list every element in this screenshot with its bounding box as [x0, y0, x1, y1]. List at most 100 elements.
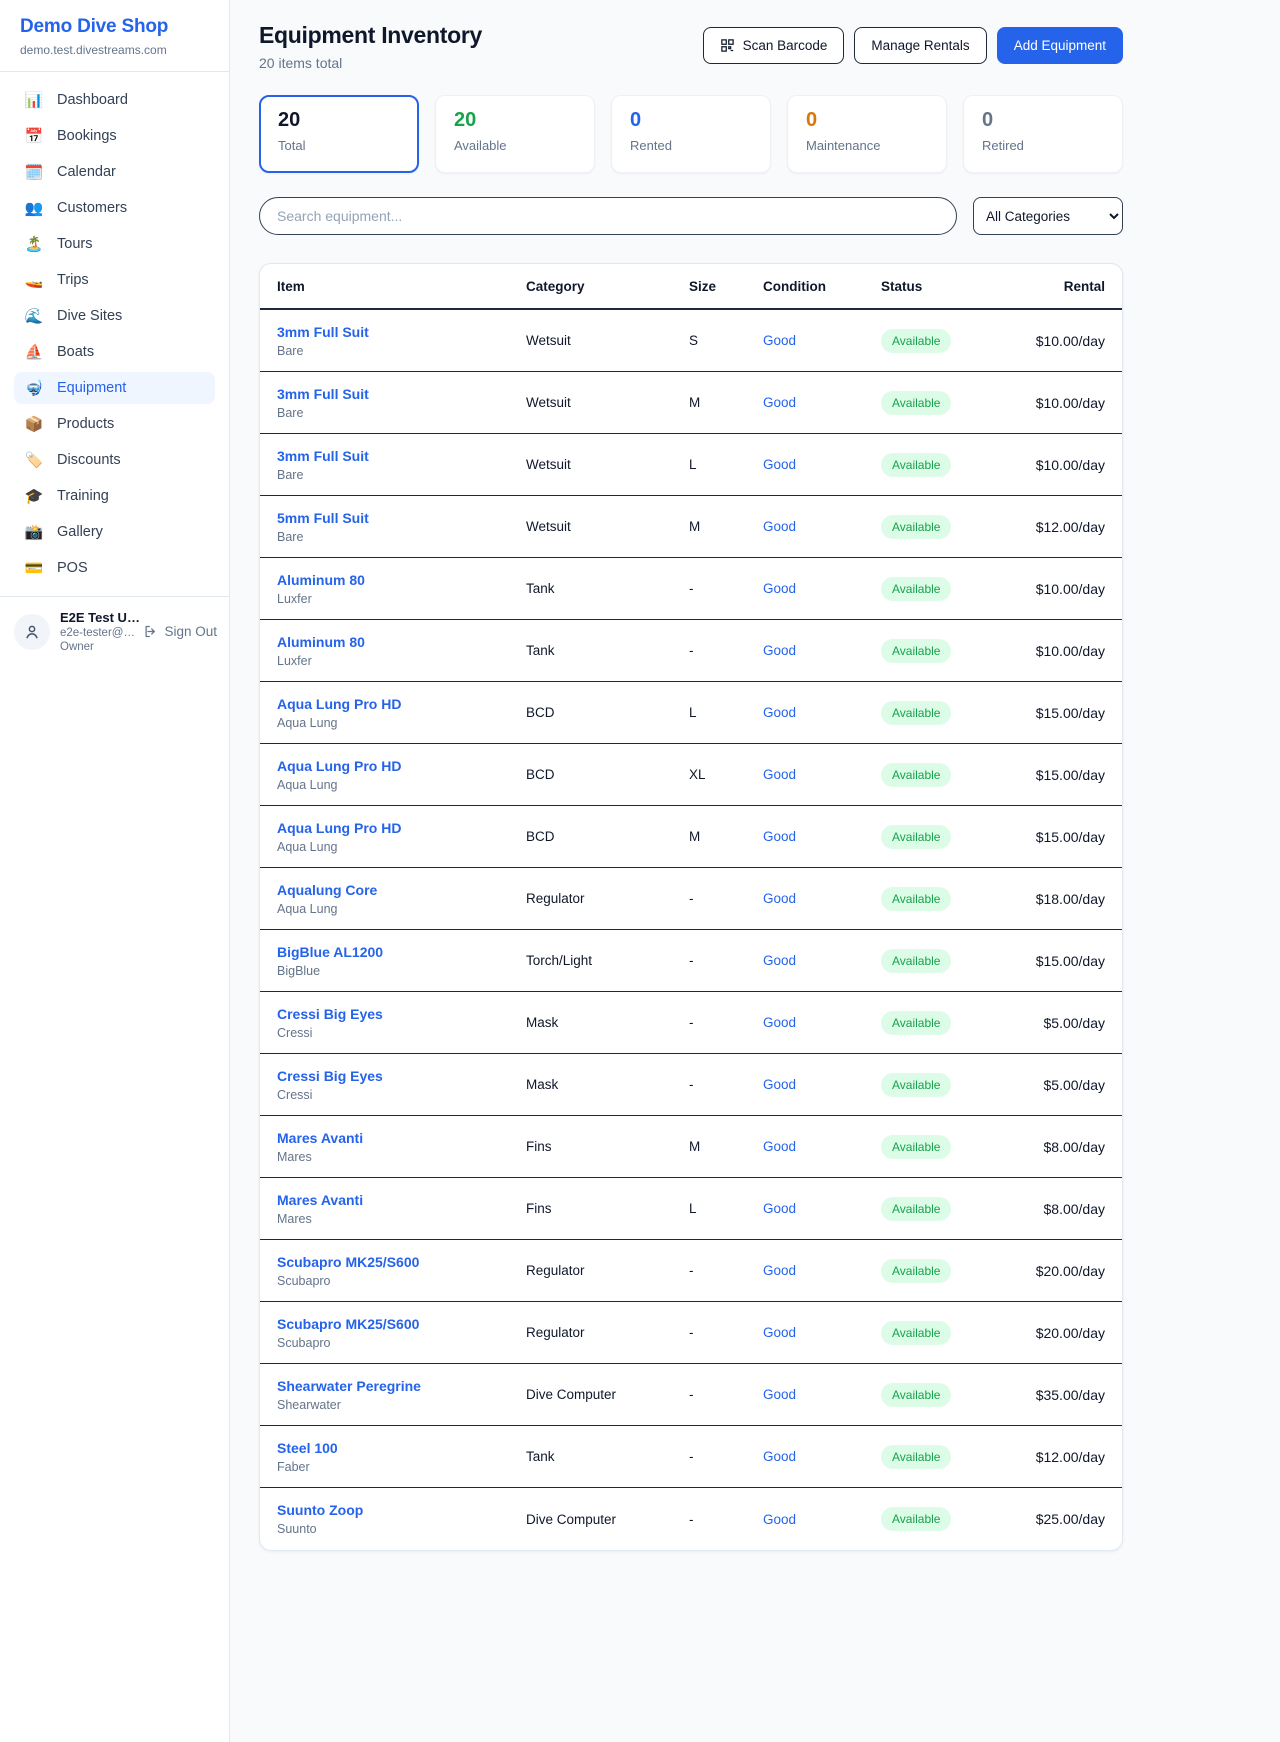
sidebar-item-equipment[interactable]: 🤿 Equipment — [14, 372, 215, 404]
status-cell: Available — [881, 1011, 1031, 1035]
stat-card-rented[interactable]: 0 Rented — [611, 95, 771, 173]
condition-link[interactable]: Good — [763, 457, 881, 472]
item-name-link[interactable]: Mares Avanti — [277, 1192, 526, 1208]
sidebar-item-calendar[interactable]: 🗓️ Calendar — [14, 156, 215, 188]
item-name-link[interactable]: Cressi Big Eyes — [277, 1068, 526, 1084]
condition-link[interactable]: Good — [763, 1449, 881, 1464]
status-cell: Available — [881, 515, 1031, 539]
condition-link[interactable]: Good — [763, 891, 881, 906]
status-badge: Available — [881, 825, 951, 849]
filter-row: All Categories — [259, 197, 1123, 235]
size-cell: - — [689, 581, 763, 596]
equipment-icon: 🤿 — [24, 381, 44, 396]
item-name-link[interactable]: Aqualung Core — [277, 882, 526, 898]
sidebar-item-dive-sites[interactable]: 🌊 Dive Sites — [14, 300, 215, 332]
item-name-link[interactable]: Aqua Lung Pro HD — [277, 820, 526, 836]
sidebar-item-bookings[interactable]: 📅 Bookings — [14, 120, 215, 152]
brand-block: Demo Dive Shop demo.test.divestreams.com — [0, 0, 229, 71]
stat-label: Maintenance — [806, 138, 928, 153]
sign-out-button[interactable]: Sign Out — [143, 624, 217, 639]
discounts-icon: 🏷️ — [24, 453, 44, 468]
item-name-link[interactable]: Shearwater Peregrine — [277, 1378, 526, 1394]
stat-value: 20 — [454, 109, 576, 131]
condition-link[interactable]: Good — [763, 1387, 881, 1402]
gallery-icon: 📸 — [24, 525, 44, 540]
item-name-link[interactable]: Scubapro MK25/S600 — [277, 1254, 526, 1270]
item-brand: Suunto — [277, 1522, 526, 1536]
condition-link[interactable]: Good — [763, 1201, 881, 1216]
table-row: 3mm Full Suit Bare Wetsuit M Good Availa… — [260, 372, 1122, 434]
category-cell: Wetsuit — [526, 395, 689, 410]
condition-link[interactable]: Good — [763, 519, 881, 534]
manage-rentals-button[interactable]: Manage Rentals — [854, 27, 986, 64]
condition-link[interactable]: Good — [763, 829, 881, 844]
item-name-link[interactable]: 3mm Full Suit — [277, 324, 526, 340]
calendar-icon: 🗓️ — [24, 165, 44, 180]
stat-card-total[interactable]: 20 Total — [259, 95, 419, 173]
category-cell: Tank — [526, 1449, 689, 1464]
add-equipment-button[interactable]: Add Equipment — [997, 27, 1123, 64]
column-header-condition: Condition — [763, 279, 881, 294]
sidebar-item-tours[interactable]: 🏝️ Tours — [14, 228, 215, 260]
item-name-link[interactable]: 3mm Full Suit — [277, 448, 526, 464]
stat-card-maintenance[interactable]: 0 Maintenance — [787, 95, 947, 173]
condition-link[interactable]: Good — [763, 705, 881, 720]
sidebar-item-dashboard[interactable]: 📊 Dashboard — [14, 84, 215, 116]
sidebar-item-customers[interactable]: 👥 Customers — [14, 192, 215, 224]
sidebar-item-gallery[interactable]: 📸 Gallery — [14, 516, 215, 548]
condition-link[interactable]: Good — [763, 1325, 881, 1340]
item-name-link[interactable]: Aqua Lung Pro HD — [277, 696, 526, 712]
stats-row: 20 Total 20 Available 0 Rented 0 Mainten… — [259, 95, 1123, 173]
page-title: Equipment Inventory — [259, 22, 482, 49]
status-cell: Available — [881, 701, 1031, 725]
item-name-link[interactable]: Suunto Zoop — [277, 1502, 526, 1518]
item-name-link[interactable]: Aqua Lung Pro HD — [277, 758, 526, 774]
condition-link[interactable]: Good — [763, 1512, 881, 1527]
equipment-table: Item Category Size Condition Status Rent… — [259, 263, 1123, 1551]
item-name-link[interactable]: 3mm Full Suit — [277, 386, 526, 402]
item-name-link[interactable]: Cressi Big Eyes — [277, 1006, 526, 1022]
sidebar-item-products[interactable]: 📦 Products — [14, 408, 215, 440]
add-equipment-label: Add Equipment — [1014, 38, 1106, 53]
rental-cell: $10.00/day — [1031, 643, 1105, 659]
item-cell: Cressi Big Eyes Cressi — [277, 1068, 526, 1102]
item-brand: Aqua Lung — [277, 840, 526, 854]
stat-card-retired[interactable]: 0 Retired — [963, 95, 1123, 173]
condition-link[interactable]: Good — [763, 581, 881, 596]
condition-link[interactable]: Good — [763, 643, 881, 658]
size-cell: - — [689, 1512, 763, 1527]
condition-link[interactable]: Good — [763, 333, 881, 348]
sidebar-item-training[interactable]: 🎓 Training — [14, 480, 215, 512]
condition-link[interactable]: Good — [763, 1077, 881, 1092]
item-name-link[interactable]: Scubapro MK25/S600 — [277, 1316, 526, 1332]
condition-link[interactable]: Good — [763, 1139, 881, 1154]
item-name-link[interactable]: Aluminum 80 — [277, 634, 526, 650]
condition-link[interactable]: Good — [763, 1015, 881, 1030]
scan-barcode-button[interactable]: Scan Barcode — [703, 27, 845, 64]
item-name-link[interactable]: BigBlue AL1200 — [277, 944, 526, 960]
condition-link[interactable]: Good — [763, 1263, 881, 1278]
item-brand: Cressi — [277, 1026, 526, 1040]
item-cell: Aluminum 80 Luxfer — [277, 634, 526, 668]
sidebar-item-trips[interactable]: 🚤 Trips — [14, 264, 215, 296]
item-cell: Mares Avanti Mares — [277, 1130, 526, 1164]
search-input[interactable] — [259, 197, 957, 235]
item-name-link[interactable]: Mares Avanti — [277, 1130, 526, 1146]
item-name-link[interactable]: Aluminum 80 — [277, 572, 526, 588]
size-cell: - — [689, 643, 763, 658]
condition-link[interactable]: Good — [763, 953, 881, 968]
category-select[interactable]: All Categories — [973, 197, 1123, 235]
item-name-link[interactable]: Steel 100 — [277, 1440, 526, 1456]
table-row: Steel 100 Faber Tank - Good Available $1… — [260, 1426, 1122, 1488]
sidebar-item-discounts[interactable]: 🏷️ Discounts — [14, 444, 215, 476]
size-cell: - — [689, 891, 763, 906]
item-name-link[interactable]: 5mm Full Suit — [277, 510, 526, 526]
brand-title[interactable]: Demo Dive Shop — [20, 16, 209, 38]
sidebar-item-boats[interactable]: ⛵ Boats — [14, 336, 215, 368]
stat-card-available[interactable]: 20 Available — [435, 95, 595, 173]
rental-cell: $25.00/day — [1031, 1511, 1105, 1527]
condition-link[interactable]: Good — [763, 767, 881, 782]
condition-link[interactable]: Good — [763, 395, 881, 410]
sidebar-item-pos[interactable]: 💳 POS — [14, 552, 215, 584]
item-brand: Bare — [277, 468, 526, 482]
